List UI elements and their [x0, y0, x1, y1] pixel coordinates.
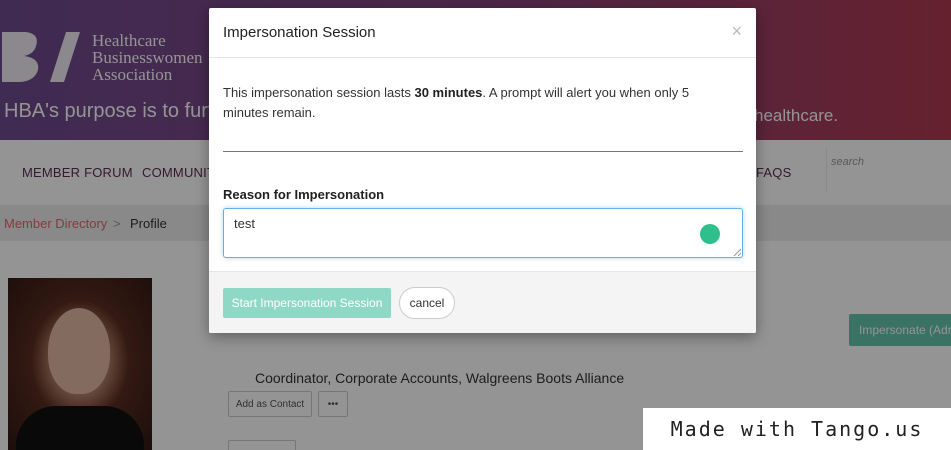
session-description: This impersonation session lasts 30 minu… — [223, 83, 733, 123]
reason-input[interactable] — [223, 208, 743, 258]
session-duration: 30 minutes — [414, 85, 483, 100]
modal-footer: Start Impersonation Session cancel — [209, 271, 756, 333]
reason-label: Reason for Impersonation — [223, 187, 385, 202]
start-impersonation-button[interactable]: Start Impersonation Session — [223, 288, 391, 318]
modal-divider — [223, 151, 743, 152]
tango-watermark: Made with Tango.us — [643, 408, 951, 450]
description-text-start: This impersonation session lasts — [223, 85, 415, 100]
cancel-button[interactable]: cancel — [399, 287, 455, 319]
modal-title: Impersonation Session — [223, 24, 376, 41]
impersonation-modal: Impersonation Session × This impersonati… — [209, 8, 756, 333]
resize-grip-icon[interactable] — [733, 248, 741, 256]
close-icon[interactable]: × — [731, 21, 742, 42]
grammar-assistant-icon[interactable] — [700, 224, 720, 244]
modal-header: Impersonation Session × — [209, 8, 756, 58]
